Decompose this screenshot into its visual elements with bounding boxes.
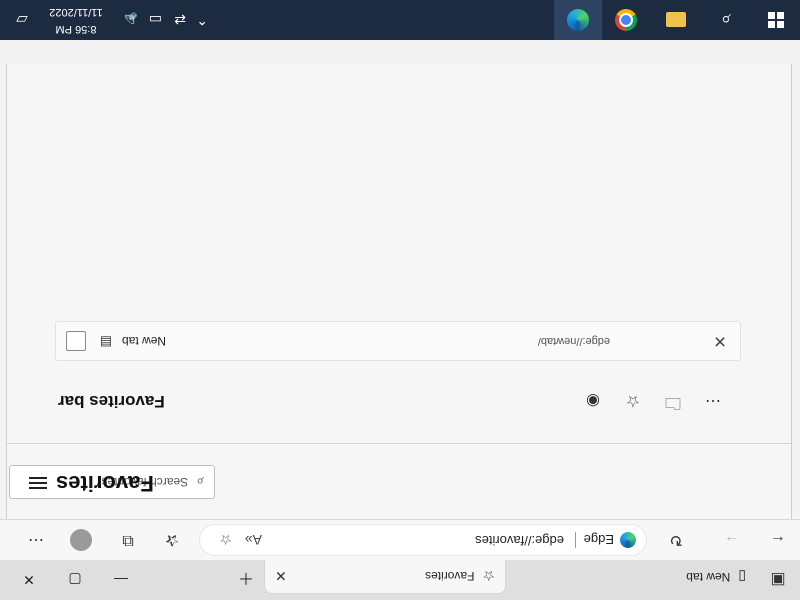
address-toolbar: ← → ↻ Edge edge://favorites A» ☆ ✰ ⧉ ⋯ [0,519,800,560]
favorite-item[interactable]: ✕ edge://newtab/ New tab ▤ [55,321,741,361]
panel-footer [0,40,800,64]
favorites-panel: ⌕ Search favorites Favorites ⋯ 🗀 ☆ ◉ Fav… [6,46,792,519]
tab-favorites[interactable]: ☆ Favorites ✕ [264,559,506,594]
date: 11/11/2022 [49,6,103,18]
read-aloud-icon[interactable]: A» [245,525,262,555]
add-favorite-icon[interactable]: ☆ [621,389,645,413]
add-folder-icon[interactable]: 🗀 [661,389,685,413]
time: 8:56 PM [55,23,97,35]
maximize-button[interactable]: ▢ [52,560,98,600]
new-tab-icon: ▯ [738,569,746,586]
close-window-button[interactable]: ✕ [6,560,52,600]
address-bar[interactable]: Edge edge://favorites A» ☆ [200,525,646,555]
refresh-icon[interactable]: ↻ [662,526,690,554]
screen: ▣ ▯ New tab ☆ Favorites ✕ ＋ — ▢ ✕ ← → ↻ … [0,0,800,600]
divider [575,532,576,548]
windows-start-icon[interactable] [752,0,800,40]
search-tool-icon[interactable]: ⌕ [702,0,750,40]
tab-label: New tab [686,570,731,584]
chevron-up-icon[interactable]: ⌃ [196,0,208,40]
favorite-checkbox[interactable] [66,331,86,351]
clock[interactable]: 8:56 PM 11/11/2022 [44,3,108,37]
network-icon[interactable]: ⇄ [174,0,186,40]
tab-label: Favorites [425,569,475,583]
url-text[interactable]: edge://favorites [475,525,564,555]
favorites-bar-folder-header: ⋯ 🗀 ☆ ◉ Favorites bar [7,381,791,421]
more-icon[interactable]: ⋯ [22,526,50,554]
minimize-button[interactable]: — [98,560,144,600]
menu-icon[interactable] [29,475,47,489]
folder-title: Favorites bar [58,392,165,411]
hide-icon[interactable]: ◉ [581,389,605,413]
tab-icon: ▤ [99,335,113,350]
favorites-toolbar-icon[interactable]: ✰ [158,526,186,554]
volume-icon[interactable]: 🔈 [121,0,138,40]
notification-icon[interactable]: ▱ [0,0,44,40]
tab-actions-icon[interactable]: ▣ [764,560,792,600]
favorites-header: ⌕ Search favorites Favorites [7,443,791,519]
favorite-name: New tab [122,334,167,348]
close-icon[interactable]: ✕ [710,331,730,351]
battery-icon[interactable]: ▭ [149,0,162,40]
site-label: Edge [583,532,614,548]
profile-avatar[interactable] [70,529,92,551]
edge-icon[interactable] [554,0,602,40]
more-options-icon[interactable]: ⋯ [701,389,725,413]
back-icon[interactable]: ← [764,526,792,554]
new-tab-button[interactable]: ＋ [232,560,260,600]
title-bar: ▣ ▯ New tab ☆ Favorites ✕ ＋ — ▢ ✕ [0,559,800,600]
favorites-icon: ☆ [482,568,495,585]
chrome-icon[interactable] [602,0,650,40]
edge-logo-icon [620,532,636,548]
forward-icon[interactable]: → [718,526,746,554]
site-chip[interactable]: Edge [584,525,636,555]
tab-new-tab[interactable]: ▯ New tab [556,560,756,594]
file-explorer-icon[interactable] [652,0,700,40]
favorite-url: edge://newtab/ [537,335,610,347]
add-favorite-icon[interactable]: ☆ [219,525,232,555]
collections-icon[interactable]: ⧉ [114,526,142,554]
page-title: Favorites [56,471,154,496]
close-tab-icon[interactable]: ✕ [275,568,287,585]
taskbar: ⌕ ⌃ ⇄ ▭ 🔈 8:56 PM 11/11/2022 ▱ [0,0,800,40]
